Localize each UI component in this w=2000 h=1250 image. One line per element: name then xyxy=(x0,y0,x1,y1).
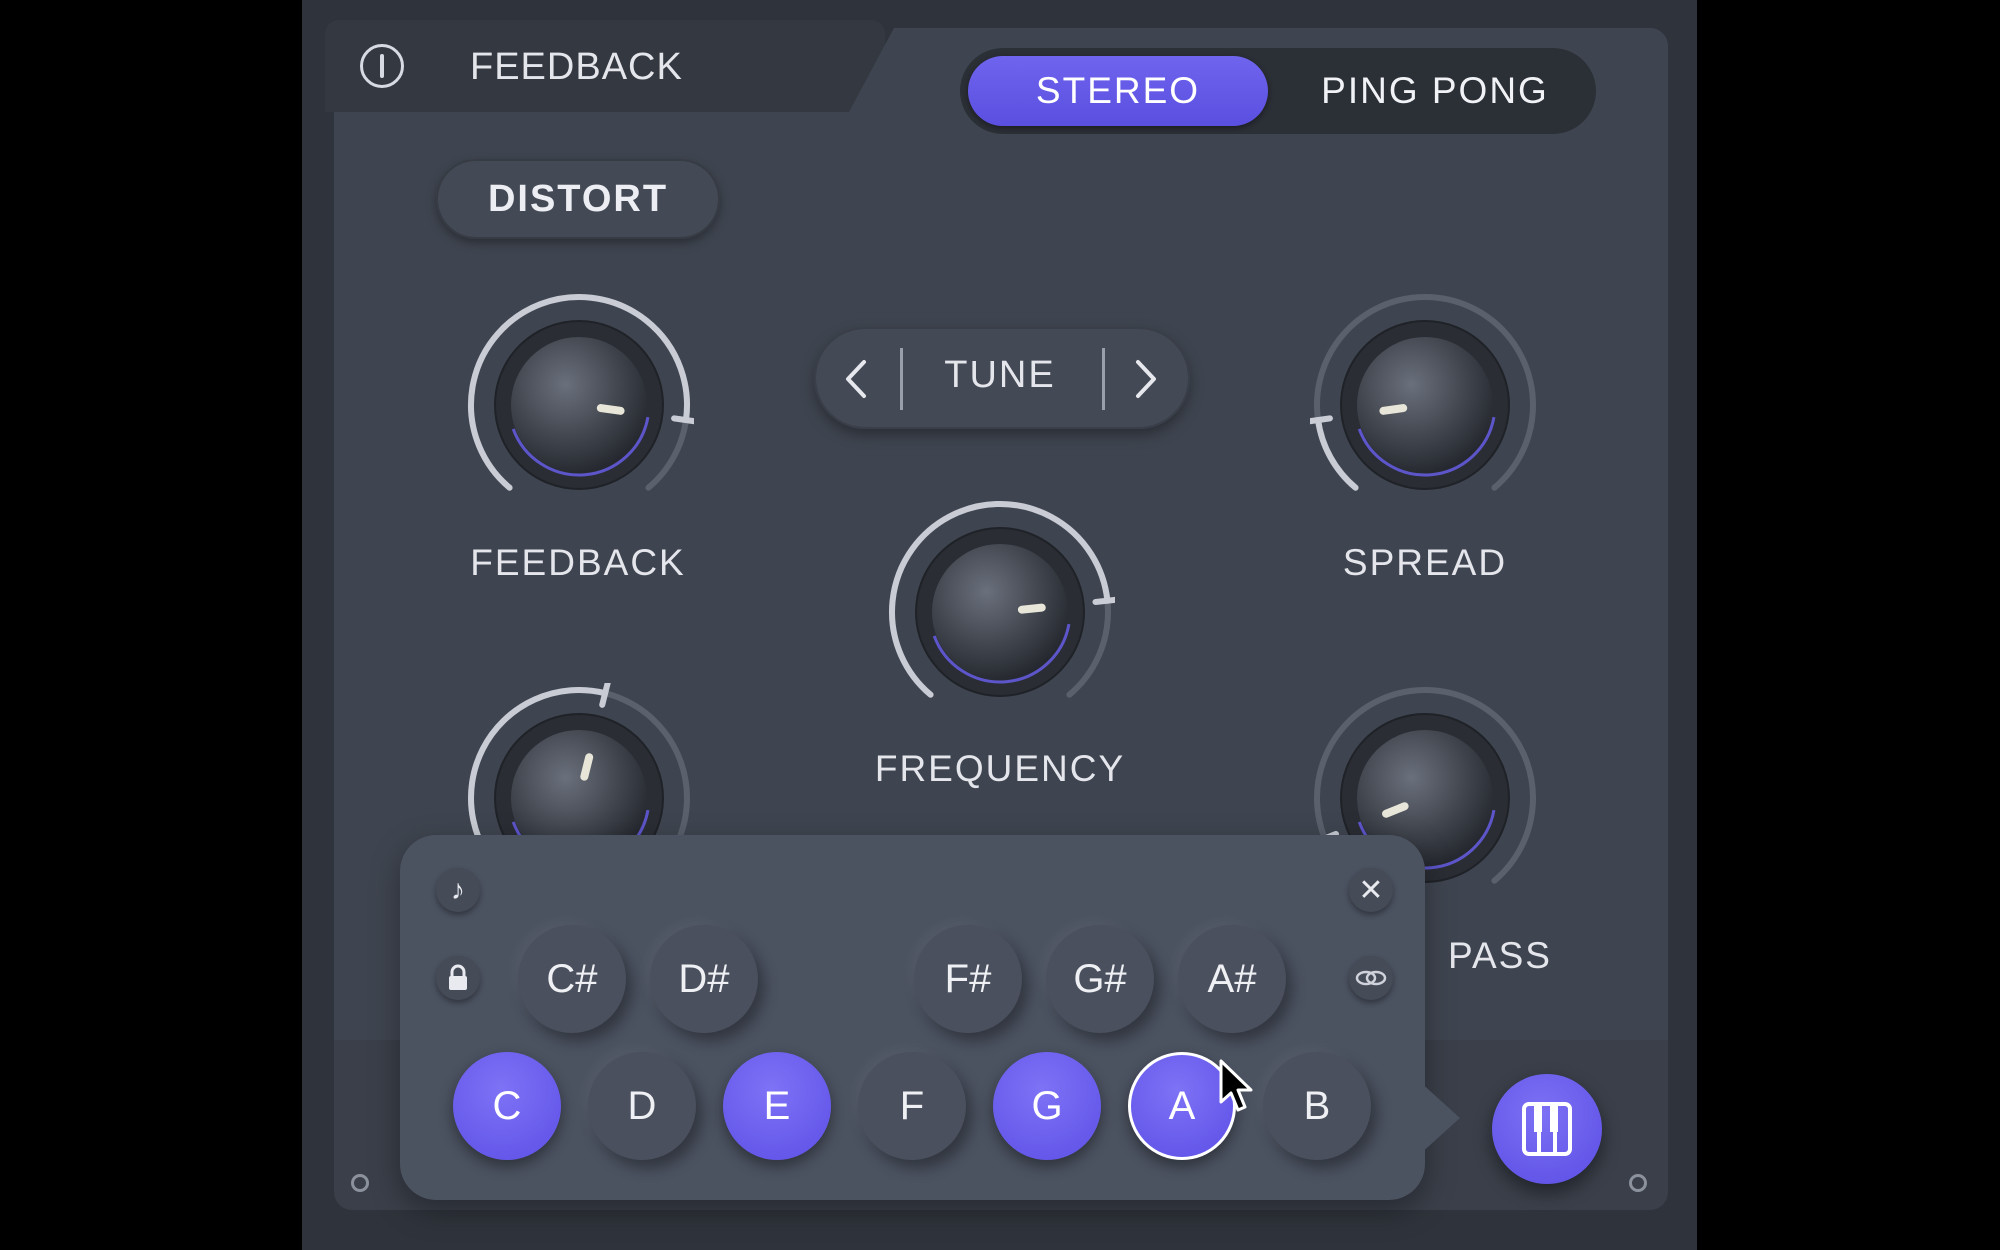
spread-knob[interactable] xyxy=(1310,290,1540,520)
note-key-f[interactable]: F xyxy=(858,1052,966,1160)
note-key-a-sharp[interactable]: A# xyxy=(1178,925,1286,1033)
note-key-f-sharp[interactable]: F# xyxy=(914,925,1022,1033)
knob-indicator xyxy=(1017,603,1046,614)
popup-pointer xyxy=(1418,1080,1460,1156)
frequency-knob[interactable] xyxy=(885,497,1115,727)
knob-value-tick xyxy=(671,415,694,425)
knob-body xyxy=(932,544,1068,680)
knob-value-tick xyxy=(1310,415,1333,425)
knob-indicator xyxy=(1379,404,1408,415)
note-key-e[interactable]: E xyxy=(723,1052,831,1160)
lock-icon[interactable] xyxy=(436,956,480,1000)
piano-keys-icon[interactable] xyxy=(1492,1074,1602,1184)
chevron-right-icon[interactable] xyxy=(1128,356,1164,402)
corner-dot-right xyxy=(1629,1174,1647,1192)
note-key-g[interactable]: G xyxy=(993,1052,1101,1160)
knob-value-tick xyxy=(599,683,611,708)
spread-label: SPREAD xyxy=(1342,542,1508,583)
distort-button[interactable]: DISTORT xyxy=(436,159,720,239)
corner-dot-left xyxy=(351,1174,369,1192)
knob-indicator xyxy=(596,404,625,415)
note-key-d[interactable]: D xyxy=(588,1052,696,1160)
feedback-label: FEEDBACK xyxy=(470,542,686,583)
note-key-c[interactable]: C xyxy=(453,1052,561,1160)
tune-label: TUNE xyxy=(944,354,1056,396)
pass-label: PASS xyxy=(1448,935,1552,976)
note-key-c-sharp[interactable]: C# xyxy=(518,925,626,1033)
knob-body xyxy=(1357,337,1493,473)
chevron-left-icon[interactable] xyxy=(838,356,874,402)
note-key-g-sharp[interactable]: G# xyxy=(1046,925,1154,1033)
stereo-button[interactable]: STEREO xyxy=(968,56,1268,126)
note-key-d-sharp[interactable]: D# xyxy=(650,925,758,1033)
frequency-label: FREQUENCY xyxy=(874,748,1126,789)
tune-divider-left xyxy=(900,348,903,410)
mouse-cursor xyxy=(1219,1059,1253,1112)
close-icon[interactable]: ✕ xyxy=(1349,868,1393,912)
feedback-knob[interactable] xyxy=(464,290,694,520)
link-icon[interactable] xyxy=(1349,956,1393,1000)
music-note-icon[interactable]: ♪ xyxy=(436,868,480,912)
note-key-b[interactable]: B xyxy=(1263,1052,1371,1160)
knob-value-tick xyxy=(1092,596,1115,605)
knob-indicator xyxy=(580,753,594,781)
tune-divider-right xyxy=(1102,348,1105,410)
ping-pong-button[interactable]: PING PONG xyxy=(1282,56,1588,126)
section-title: FEEDBACK xyxy=(470,46,683,88)
power-icon[interactable] xyxy=(360,44,404,88)
knob-body xyxy=(511,337,647,473)
